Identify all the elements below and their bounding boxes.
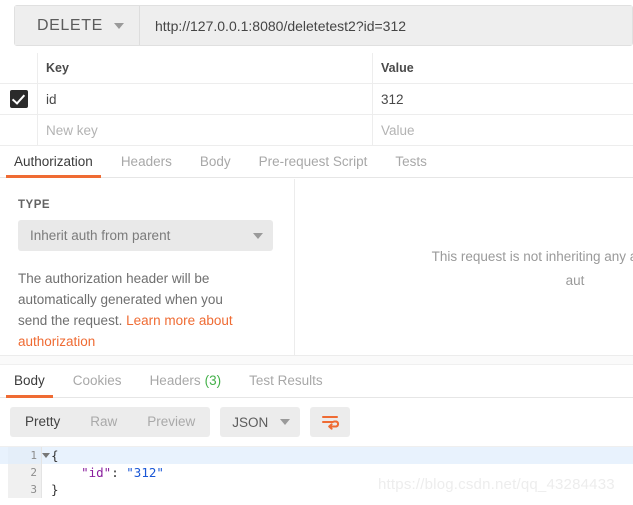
new-param-key-input[interactable]: New key <box>38 115 373 145</box>
tab-body-label: Body <box>199 154 231 169</box>
tab-authorization-label: Authorization <box>14 154 93 169</box>
row-checkbox-cell <box>0 84 38 114</box>
new-param-value-input[interactable]: Value <box>373 115 633 145</box>
auth-inherit-notice-line1: This request is not inheriting any autho… <box>431 249 633 264</box>
url-input[interactable]: http://127.0.0.1:8080/deletetest2?id=312 <box>140 6 632 45</box>
response-tab-body[interactable]: Body <box>0 373 59 398</box>
view-mode-preview[interactable]: Preview <box>132 407 210 437</box>
param-value-input[interactable]: 312 <box>373 84 633 114</box>
new-row-checkbox-cell <box>0 115 38 145</box>
response-body-code[interactable]: 1 { 2 "id": "312" 3 } <box>0 446 633 505</box>
header-checkbox-cell <box>0 53 38 83</box>
tab-pre-request-script-label: Pre-request Script <box>258 154 368 169</box>
view-mode-pretty-label: Pretty <box>25 414 61 429</box>
response-body-toolbar: Pretty Raw Preview JSON <box>0 398 633 446</box>
auth-config-pane: TYPE Inherit auth from parent The author… <box>0 179 295 355</box>
tab-headers-label: Headers <box>120 154 172 169</box>
view-mode-preview-label: Preview <box>147 414 196 429</box>
param-enabled-checkbox[interactable] <box>9 90 28 108</box>
line-number-text: 3 <box>30 483 37 496</box>
response-tab-test-results[interactable]: Test Results <box>235 373 337 397</box>
header-key-cell: Key <box>38 53 373 83</box>
response-tab-headers-label: Headers <box>149 373 201 388</box>
line-number: 2 <box>8 464 42 481</box>
response-tab-headers[interactable]: Headers (3) <box>136 373 236 397</box>
auth-type-value: Inherit auth from parent <box>30 228 171 243</box>
json-key: "id" <box>81 465 112 480</box>
auth-description: The authorization header will be automat… <box>18 268 233 352</box>
tab-body[interactable]: Body <box>186 154 245 177</box>
line-number: 1 <box>8 447 50 464</box>
postman-request-window: DELETE http://127.0.0.1:8080/deletetest2… <box>0 0 633 505</box>
new-param-key-placeholder: New key <box>46 122 98 138</box>
body-format-select[interactable]: JSON <box>220 407 301 437</box>
tab-headers[interactable]: Headers <box>107 154 186 177</box>
chevron-down-icon <box>113 22 124 29</box>
chevron-down-icon <box>253 232 263 239</box>
table-row-new: New key Value <box>0 115 633 146</box>
code-line: 3 } <box>0 481 633 498</box>
http-method-label: DELETE <box>37 16 103 34</box>
line-number: 3 <box>8 481 42 498</box>
authorization-panel: TYPE Inherit auth from parent The author… <box>0 179 633 355</box>
auth-type-label: TYPE <box>18 199 51 211</box>
param-key-text: id <box>46 91 57 107</box>
param-key-input[interactable]: id <box>38 84 373 114</box>
query-params-table: Key Value id 312 New key Value <box>0 53 633 146</box>
column-header-value: Value <box>381 61 414 75</box>
tab-tests-label: Tests <box>395 154 427 169</box>
line-number-text: 1 <box>30 449 37 462</box>
code-line-text: "id": "312" <box>42 465 164 480</box>
response-tabs: Body Cookies Headers (3) Test Results <box>0 365 633 398</box>
auth-inherit-notice-pane: This request is not inheriting any autho… <box>295 179 633 355</box>
column-header-key: Key <box>46 61 69 75</box>
code-line: 1 { <box>0 447 633 464</box>
view-mode-raw[interactable]: Raw <box>75 407 132 437</box>
body-view-mode-group: Pretty Raw Preview <box>10 407 211 437</box>
headers-count-badge: (3) <box>204 373 222 388</box>
response-tab-cookies-label: Cookies <box>72 373 122 388</box>
response-section-divider <box>0 355 633 365</box>
json-value: "312" <box>126 465 164 480</box>
word-wrap-button[interactable] <box>310 407 351 437</box>
line-number-text: 2 <box>30 466 37 479</box>
auth-type-select[interactable]: Inherit auth from parent <box>18 220 273 251</box>
fold-toggle-icon[interactable] <box>42 453 50 458</box>
view-mode-raw-label: Raw <box>90 414 118 429</box>
chevron-down-icon <box>280 419 291 425</box>
url-text: http://127.0.0.1:8080/deletetest2?id=312 <box>155 17 407 34</box>
json-separator: : <box>111 465 127 480</box>
tab-tests[interactable]: Tests <box>381 154 441 177</box>
auth-inherit-notice-line2: aut <box>565 273 585 288</box>
response-tab-body-label: Body <box>14 373 45 388</box>
code-line-text: } <box>51 482 59 497</box>
view-mode-pretty[interactable]: Pretty <box>10 407 75 437</box>
body-format-value: JSON <box>232 414 269 430</box>
url-bar: DELETE http://127.0.0.1:8080/deletetest2… <box>14 5 633 46</box>
new-param-value-placeholder: Value <box>381 122 415 138</box>
tab-pre-request-script[interactable]: Pre-request Script <box>245 154 382 177</box>
http-method-selector[interactable]: DELETE <box>15 6 140 45</box>
header-value-cell: Value <box>373 53 633 83</box>
response-tab-test-results-label: Test Results <box>249 373 323 388</box>
table-header-row: Key Value <box>0 53 633 84</box>
table-row: id 312 <box>0 84 633 115</box>
response-tab-cookies[interactable]: Cookies <box>59 373 136 397</box>
code-line: 2 "id": "312" <box>0 464 633 481</box>
tab-authorization[interactable]: Authorization <box>0 154 107 178</box>
word-wrap-icon <box>322 416 340 430</box>
request-tabs: Authorization Headers Body Pre-request S… <box>0 146 633 178</box>
param-value-text: 312 <box>381 91 404 107</box>
